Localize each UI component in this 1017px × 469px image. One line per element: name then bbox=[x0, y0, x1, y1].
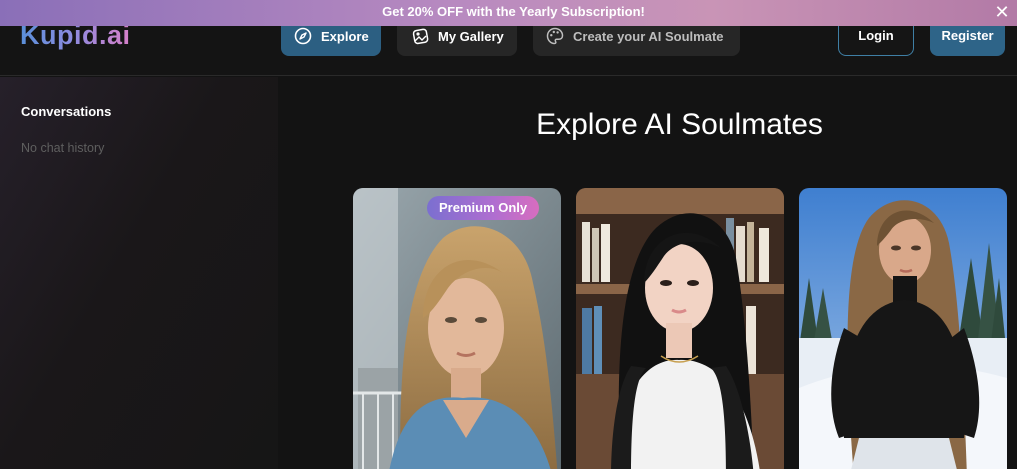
promo-text: Get 20% OFF with the Yearly Subscription… bbox=[382, 4, 645, 19]
card-portrait-image bbox=[353, 188, 561, 469]
soulmate-card[interactable] bbox=[576, 188, 784, 469]
conversations-sidebar: Conversations No chat history bbox=[0, 77, 278, 469]
nav-gallery-label: My Gallery bbox=[438, 28, 504, 44]
palette-icon bbox=[546, 27, 564, 45]
empty-history-text: No chat history bbox=[21, 141, 105, 155]
promo-banner[interactable]: Get 20% OFF with the Yearly Subscription… bbox=[0, 0, 1017, 26]
gallery-icon bbox=[412, 28, 429, 45]
soulmate-card[interactable]: Premium Only bbox=[353, 188, 561, 469]
nav-explore-label: Explore bbox=[321, 28, 369, 44]
soulmate-card[interactable] bbox=[799, 188, 1007, 469]
card-portrait-image bbox=[799, 188, 1007, 469]
page-title: Explore AI Soulmates bbox=[536, 108, 823, 141]
premium-badge: Premium Only bbox=[427, 196, 540, 220]
card-portrait-image bbox=[576, 188, 784, 469]
compass-icon bbox=[294, 27, 312, 45]
close-icon[interactable]: ✕ bbox=[993, 3, 1011, 21]
sidebar-title: Conversations bbox=[21, 104, 112, 119]
nav-create-label: Create your AI Soulmate bbox=[573, 28, 724, 44]
